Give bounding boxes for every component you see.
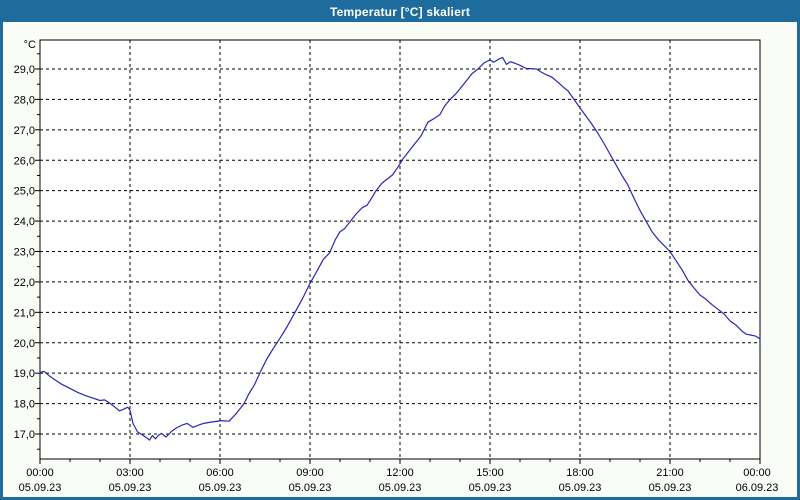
- x-tick-time-label: 03:00: [116, 467, 144, 479]
- app-window: Temperatur [°C] skaliert 29,0 28,0 27,0 26,…: [0, 0, 800, 500]
- x-tick-date-label: 05.09.23: [469, 482, 512, 494]
- x-tick-date-label: 05.09.23: [559, 482, 602, 494]
- x-tick-time-label: 09:00: [296, 467, 324, 479]
- x-tick-time-label: 12:00: [386, 467, 414, 479]
- temperature-chart: 29,0 28,0 27,0 26,0 25,0 24,0 23,0 22,0 21,0 20,0…: [14, 39, 779, 494]
- x-tick-date-label: 06.09.23: [736, 482, 779, 494]
- y-axis-unit-label: °C: [24, 39, 36, 51]
- x-tick-date-label: 05.09.23: [289, 482, 332, 494]
- x-tick-time-label: 00:00: [743, 467, 771, 479]
- y-tick-label: 27,0: [14, 125, 35, 137]
- x-tick-time-label: 21:00: [656, 467, 684, 479]
- y-tick-label: 19,0: [14, 368, 35, 380]
- x-tick-time-label: 06:00: [206, 467, 234, 479]
- y-tick-label: 18,0: [14, 399, 35, 411]
- x-tick-time-label: 18:00: [566, 467, 594, 479]
- y-tick-label: 24,0: [14, 216, 35, 228]
- y-tick-label: 22,0: [14, 277, 35, 289]
- x-tick-date-label: 05.09.23: [19, 482, 62, 494]
- x-tick-time-label: 00:00: [26, 467, 54, 479]
- y-tick-label: 29,0: [14, 64, 35, 76]
- y-tick-label: 26,0: [14, 155, 35, 167]
- y-tick-label: 25,0: [14, 186, 35, 198]
- x-tick-date-label: 05.09.23: [109, 482, 152, 494]
- y-tick-label: 20,0: [14, 338, 35, 350]
- y-tick-label: 23,0: [14, 247, 35, 259]
- x-tick-date-label: 05.09.23: [649, 482, 692, 494]
- x-tick-date-label: 05.09.23: [199, 482, 242, 494]
- y-tick-label: 21,0: [14, 307, 35, 319]
- x-tick-time-label: 15:00: [476, 467, 504, 479]
- y-tick-label: 28,0: [14, 94, 35, 106]
- y-tick-label: 17,0: [14, 429, 35, 441]
- x-tick-date-label: 05.09.23: [379, 482, 422, 494]
